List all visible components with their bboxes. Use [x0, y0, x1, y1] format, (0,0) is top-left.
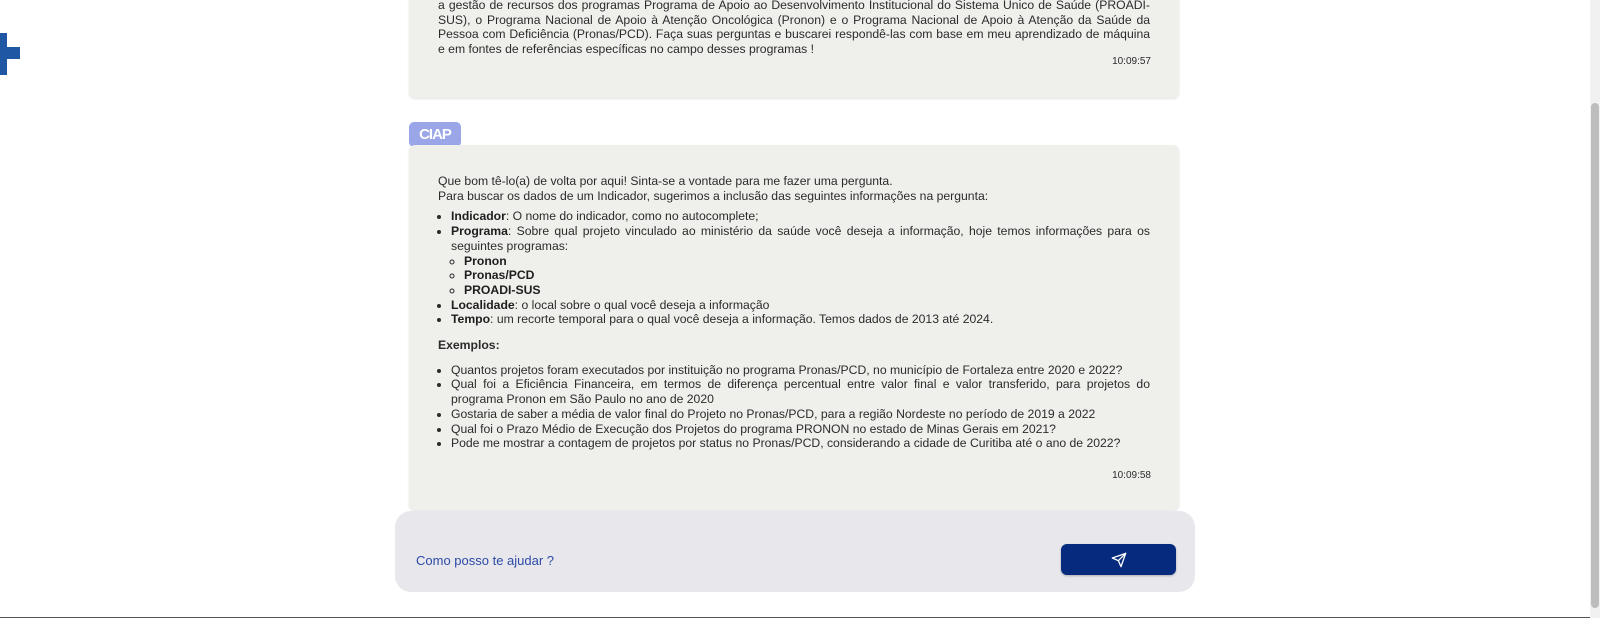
scrollbar[interactable]: [1590, 0, 1600, 618]
bot-avatar-badge: CIAP: [409, 122, 461, 147]
list-item: Programa: Sobre qual projeto vinculado a…: [451, 224, 1150, 298]
health-cross-logo-icon: [0, 33, 22, 75]
example-item: Gostaria de saber a média de valor final…: [451, 407, 1150, 422]
example-item: Qual foi o Prazo Médio de Execução dos P…: [451, 422, 1150, 437]
program-item: Pronas/PCD: [464, 268, 1150, 283]
bot-message-welcome: a gestão de recursos dos programas Progr…: [409, 0, 1179, 98]
info-list: Indicador: O nome do indicador, como no …: [438, 209, 1150, 327]
message-intro-line: Que bom tê-lo(a) de volta por aqui! Sint…: [438, 174, 893, 188]
list-item: Localidade: o local sobre o qual você de…: [451, 298, 1150, 313]
bot-message-instructions: Que bom tê-lo(a) de volta por aqui! Sint…: [409, 145, 1179, 510]
program-item: Pronon: [464, 254, 1150, 269]
message-timestamp: 10:09:57: [1112, 56, 1151, 67]
chat-input-bar: Como posso te ajudar ?: [395, 511, 1195, 592]
example-item: Pode me mostrar a contagem de projetos p…: [451, 436, 1150, 451]
example-item: Quantos projetos foram executados por in…: [451, 363, 1150, 378]
scrollbar-thumb[interactable]: [1591, 103, 1599, 608]
list-item: Indicador: O nome do indicador, como no …: [451, 209, 1150, 224]
message-intro-line: Para buscar os dados de um Indicador, su…: [438, 188, 989, 203]
examples-list: Quantos projetos foram executados por in…: [438, 363, 1150, 451]
program-item: PROADI-SUS: [464, 283, 1150, 298]
send-button[interactable]: [1061, 544, 1176, 575]
message-text: a gestão de recursos dos programas Progr…: [438, 0, 1150, 57]
message-timestamp: 10:09:58: [1112, 470, 1151, 481]
send-icon: [1111, 552, 1126, 567]
chat-input[interactable]: Como posso te ajudar ?: [416, 553, 554, 568]
examples-heading: Exemplos:: [438, 338, 500, 353]
example-item: Qual foi a Eficiência Financeira, em ter…: [451, 377, 1150, 406]
program-list: Pronon Pronas/PCD PROADI-SUS: [451, 254, 1150, 298]
list-item: Tempo: um recorte temporal para o qual v…: [451, 312, 1150, 327]
